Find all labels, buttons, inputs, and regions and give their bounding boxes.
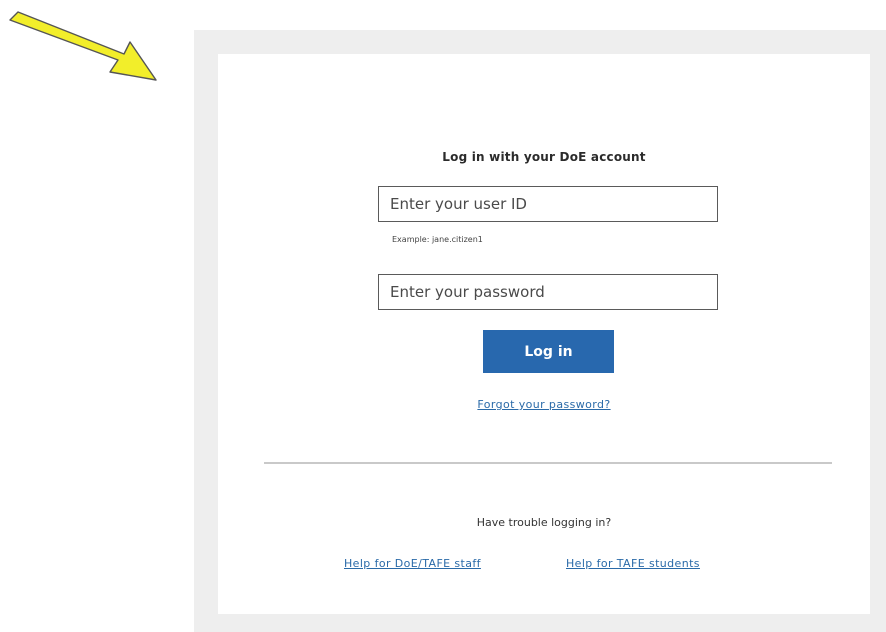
login-frame: Log in with your DoE account Example: ja… — [194, 30, 886, 632]
forgot-password-link[interactable]: Forgot your password? — [218, 398, 870, 411]
user-id-hint: Example: jane.citizen1 — [392, 235, 483, 244]
login-button[interactable]: Log in — [483, 330, 614, 373]
help-staff-link[interactable]: Help for DoE/TAFE staff — [344, 557, 481, 570]
help-students-link[interactable]: Help for TAFE students — [566, 557, 700, 570]
user-id-input[interactable] — [378, 186, 718, 222]
divider — [264, 462, 832, 464]
login-title: Log in with your DoE account — [442, 150, 646, 164]
yellow-arrow-icon — [9, 11, 157, 81]
password-input[interactable] — [378, 274, 718, 310]
trouble-logging-in-text: Have trouble logging in? — [476, 516, 612, 529]
login-card: Log in with your DoE account Example: ja… — [218, 54, 870, 614]
